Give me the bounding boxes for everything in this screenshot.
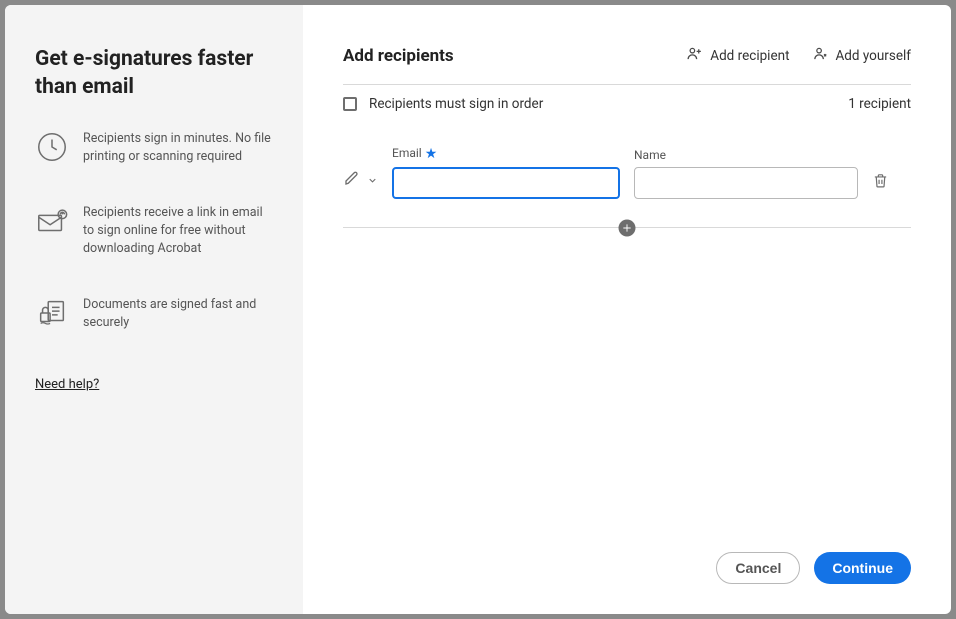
recipient-row: Email ★ Name <box>343 146 911 199</box>
role-picker[interactable] <box>343 169 378 199</box>
person-plus-icon <box>686 45 703 66</box>
email-field-group: Email ★ <box>392 146 620 199</box>
email-notify-icon <box>35 204 69 238</box>
add-recipient-button[interactable]: Add recipient <box>686 45 789 66</box>
need-help-link[interactable]: Need help? <box>35 377 273 392</box>
benefit-text: Recipients receive a link in email to si… <box>83 204 273 258</box>
header-actions: Add recipient Add yourself <box>686 45 911 66</box>
add-recipient-inline-button[interactable] <box>619 219 636 236</box>
trash-icon <box>872 174 889 193</box>
continue-button[interactable]: Continue <box>814 552 911 584</box>
name-field-group: Name <box>634 148 858 199</box>
benefit-item: Recipients receive a link in email to si… <box>35 204 273 258</box>
name-input[interactable] <box>634 167 858 199</box>
add-yourself-button[interactable]: Add yourself <box>812 45 912 66</box>
header-row: Add recipients Add recipient <box>343 45 911 85</box>
options-row: Recipients must sign in order 1 recipien… <box>343 85 911 120</box>
required-asterisk: ★ <box>425 146 438 162</box>
benefit-text: Documents are signed fast and securely <box>83 296 273 332</box>
benefit-item: Recipients sign in minutes. No file prin… <box>35 130 273 166</box>
benefit-item: Documents are signed fast and securely <box>35 296 273 332</box>
add-yourself-label: Add yourself <box>836 48 912 64</box>
email-input[interactable] <box>392 167 620 199</box>
secure-document-icon <box>35 296 69 330</box>
chevron-down-icon <box>367 171 378 190</box>
add-divider <box>343 227 911 228</box>
esign-dialog: Get e-signatures faster than email Recip… <box>5 5 951 614</box>
cancel-button[interactable]: Cancel <box>716 552 800 584</box>
footer: Cancel Continue <box>716 552 911 584</box>
recipient-block: Email ★ Name <box>343 146 911 228</box>
main-panel: Add recipients Add recipient <box>303 5 951 614</box>
person-self-icon <box>812 45 829 66</box>
page-title: Add recipients <box>343 46 454 66</box>
add-recipient-label: Add recipient <box>710 48 789 64</box>
email-label: Email ★ <box>392 146 620 162</box>
clock-icon <box>35 130 69 164</box>
sign-in-order-label: Recipients must sign in order <box>369 96 543 112</box>
delete-recipient-button[interactable] <box>872 172 889 199</box>
checkbox-icon <box>343 97 357 111</box>
sign-in-order-checkbox[interactable]: Recipients must sign in order <box>343 96 543 112</box>
plus-icon <box>622 218 633 237</box>
recipient-count: 1 recipient <box>848 96 911 112</box>
sidebar-title: Get e-signatures faster than email <box>35 45 273 102</box>
pen-icon <box>343 169 361 191</box>
sidebar: Get e-signatures faster than email Recip… <box>5 5 303 614</box>
benefit-text: Recipients sign in minutes. No file prin… <box>83 130 273 166</box>
name-label: Name <box>634 148 858 162</box>
